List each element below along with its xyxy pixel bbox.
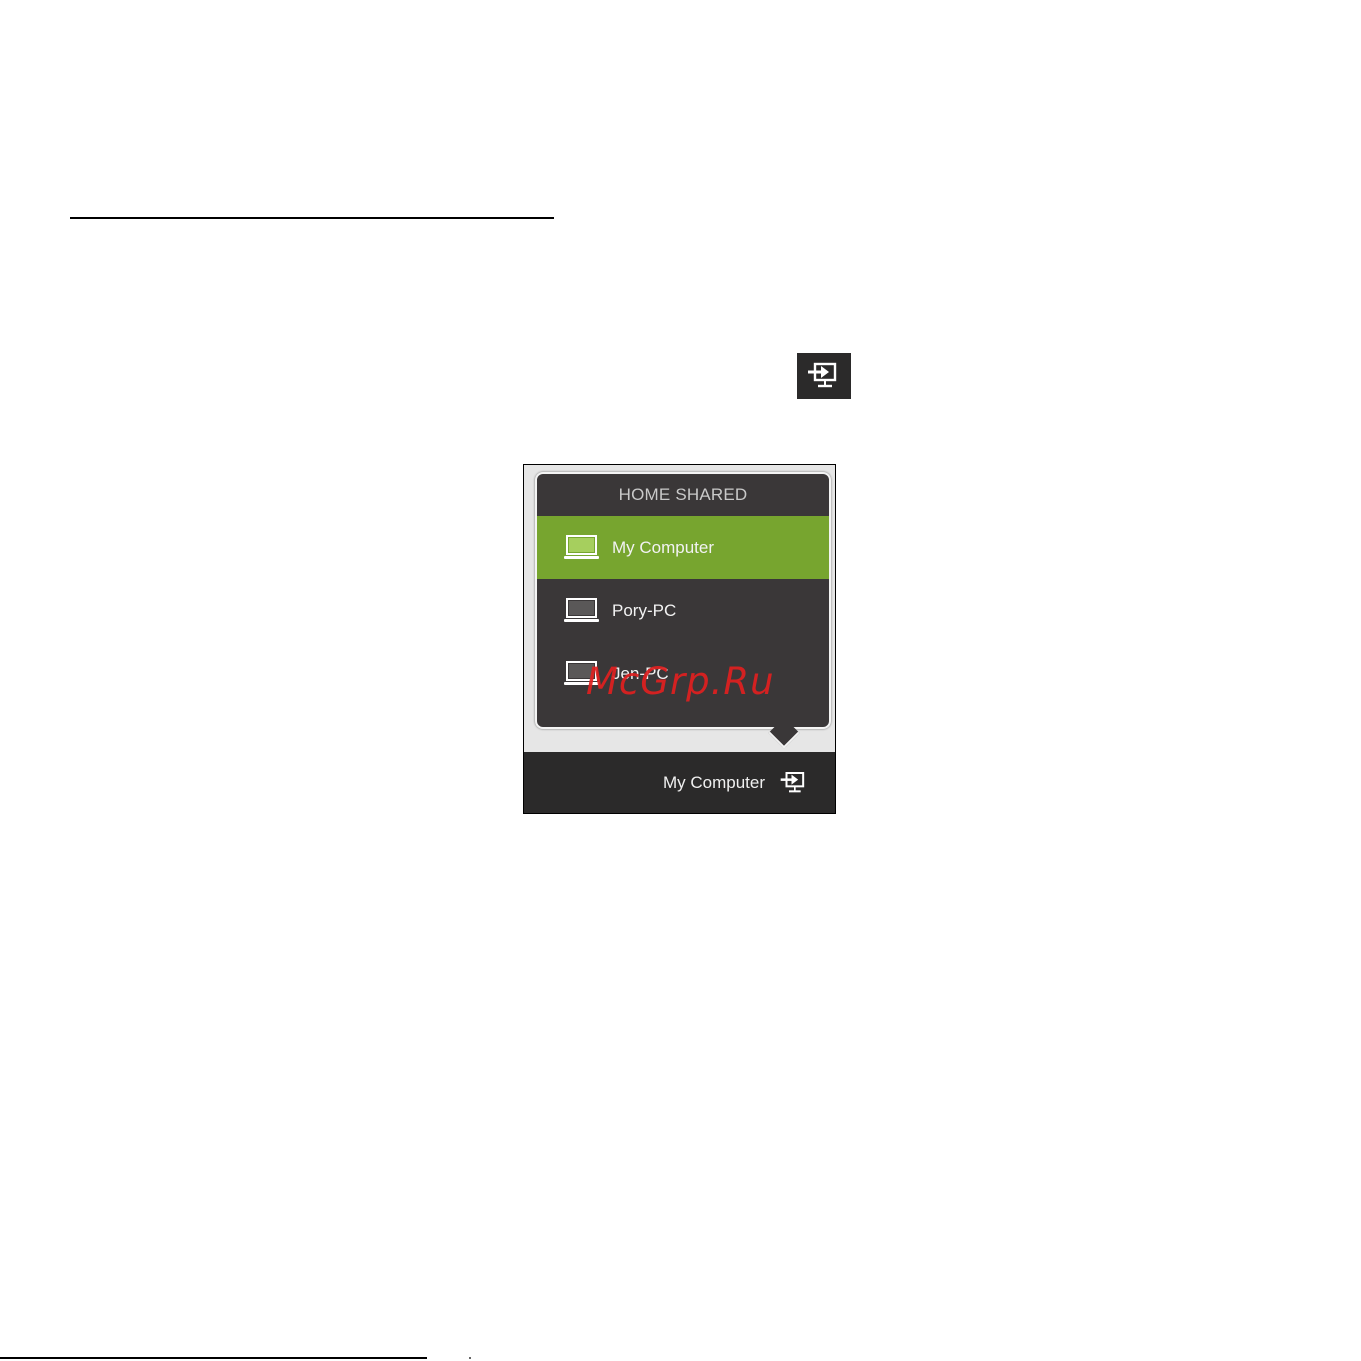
display-switch-icon[interactable]	[779, 770, 809, 796]
device-item-pory-pc[interactable]: Pory-PC	[537, 579, 829, 642]
laptop-icon	[564, 598, 599, 622]
popup-pointer	[768, 717, 800, 749]
popup-header: HOME SHARED	[618, 485, 748, 504]
device-item-my-computer[interactable]: My Computer	[537, 516, 829, 579]
footer-mark	[469, 1357, 471, 1359]
watermark: McGrp.Ru	[586, 660, 775, 703]
footer-rule	[0, 1357, 427, 1359]
device-label: Pory-PC	[612, 600, 677, 620]
bottom-bar: My Computer	[524, 752, 835, 813]
display-switch-icon	[797, 353, 851, 399]
device-label: My Computer	[612, 537, 715, 557]
device-picker-screenshot: HOME SHARED My Computer Pory-PC Jen-PC M…	[523, 464, 836, 814]
laptop-icon	[564, 535, 599, 559]
current-device-label: My Computer	[662, 772, 765, 792]
section-rule	[70, 217, 554, 219]
